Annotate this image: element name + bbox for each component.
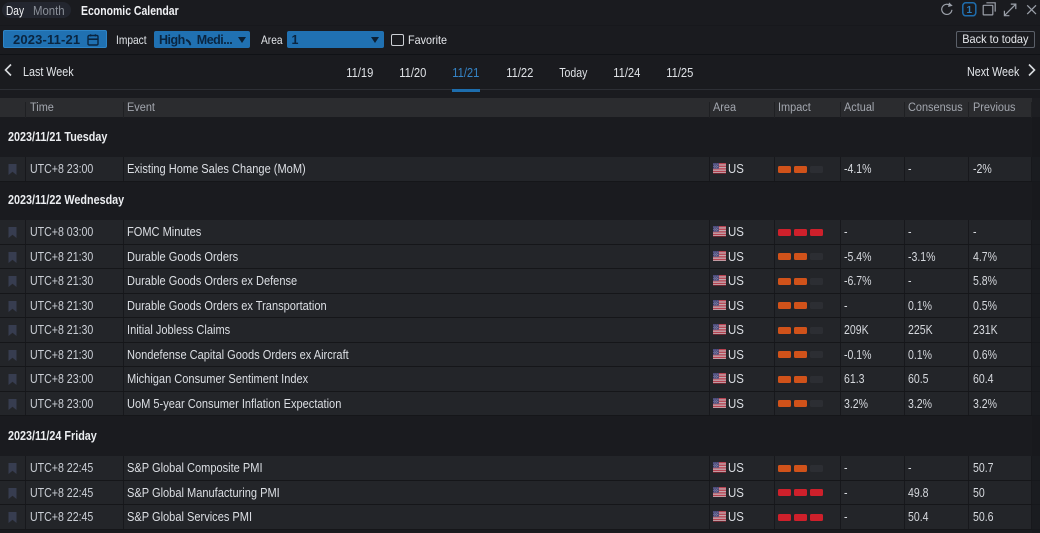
svg-text:1: 1: [967, 5, 973, 16]
